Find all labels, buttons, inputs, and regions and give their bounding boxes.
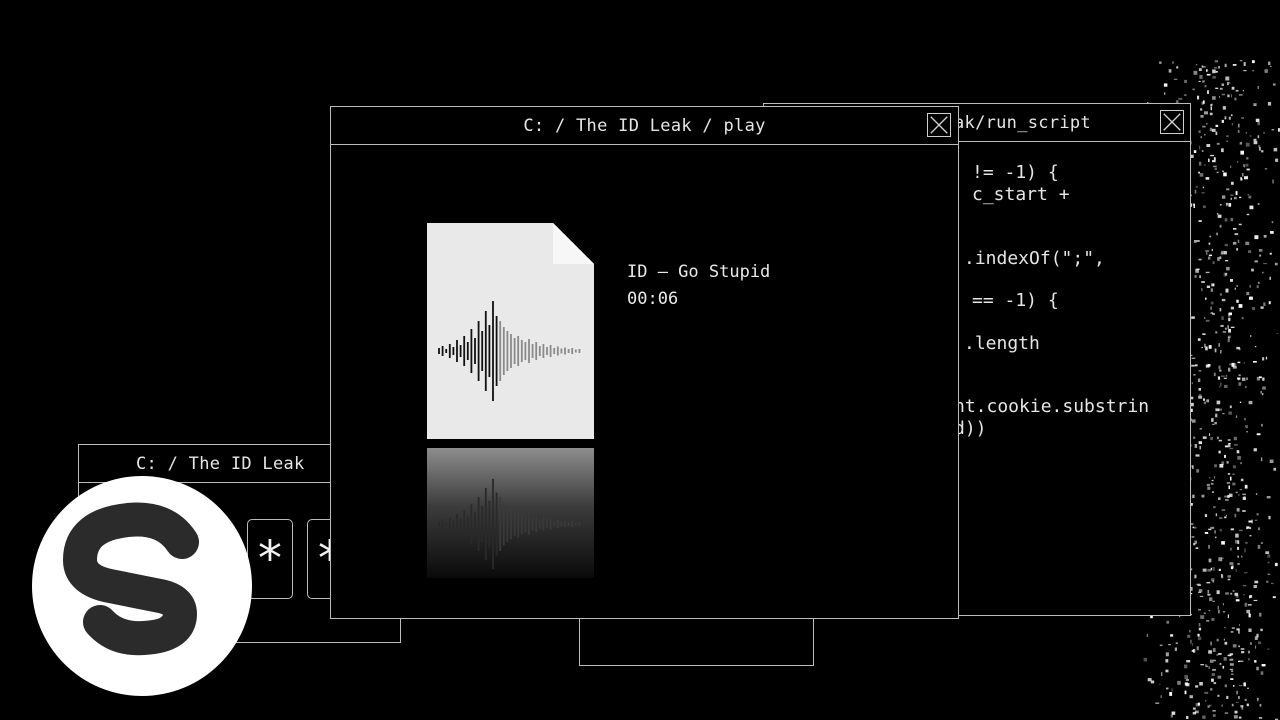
close-icon (1163, 113, 1181, 131)
player-window-titlebar: C: / The ID Leak / play (331, 107, 958, 145)
code-line: .indexOf(";", (964, 248, 1105, 269)
code-line: nt.cookie.substrin (954, 396, 1150, 417)
track-time: 00:06 (627, 289, 679, 309)
player-window-title: C: / The ID Leak / play (523, 115, 766, 136)
audio-file-reflection (427, 448, 594, 578)
code-line: != -1) { (972, 162, 1059, 183)
code-line: == -1) { (972, 290, 1059, 311)
player-window-close-button[interactable] (927, 113, 951, 137)
code-window-close-button[interactable] (1160, 110, 1184, 134)
audio-file-icon[interactable] (427, 223, 594, 439)
track-title: ID – Go Stupid (627, 262, 771, 282)
spinnin-logo (32, 476, 252, 696)
code-line: c_start + (972, 184, 1070, 205)
code-window-title: ak/run_script (954, 112, 1091, 133)
id-leak-window-title: C: / The ID Leak (136, 453, 305, 474)
player-window: C: / The ID Leak / play ID – Go Stupid 0… (330, 106, 959, 619)
code-line: .length (964, 333, 1040, 354)
close-icon (930, 116, 948, 134)
password-char: * (255, 531, 285, 587)
password-char-box: * (247, 519, 293, 599)
